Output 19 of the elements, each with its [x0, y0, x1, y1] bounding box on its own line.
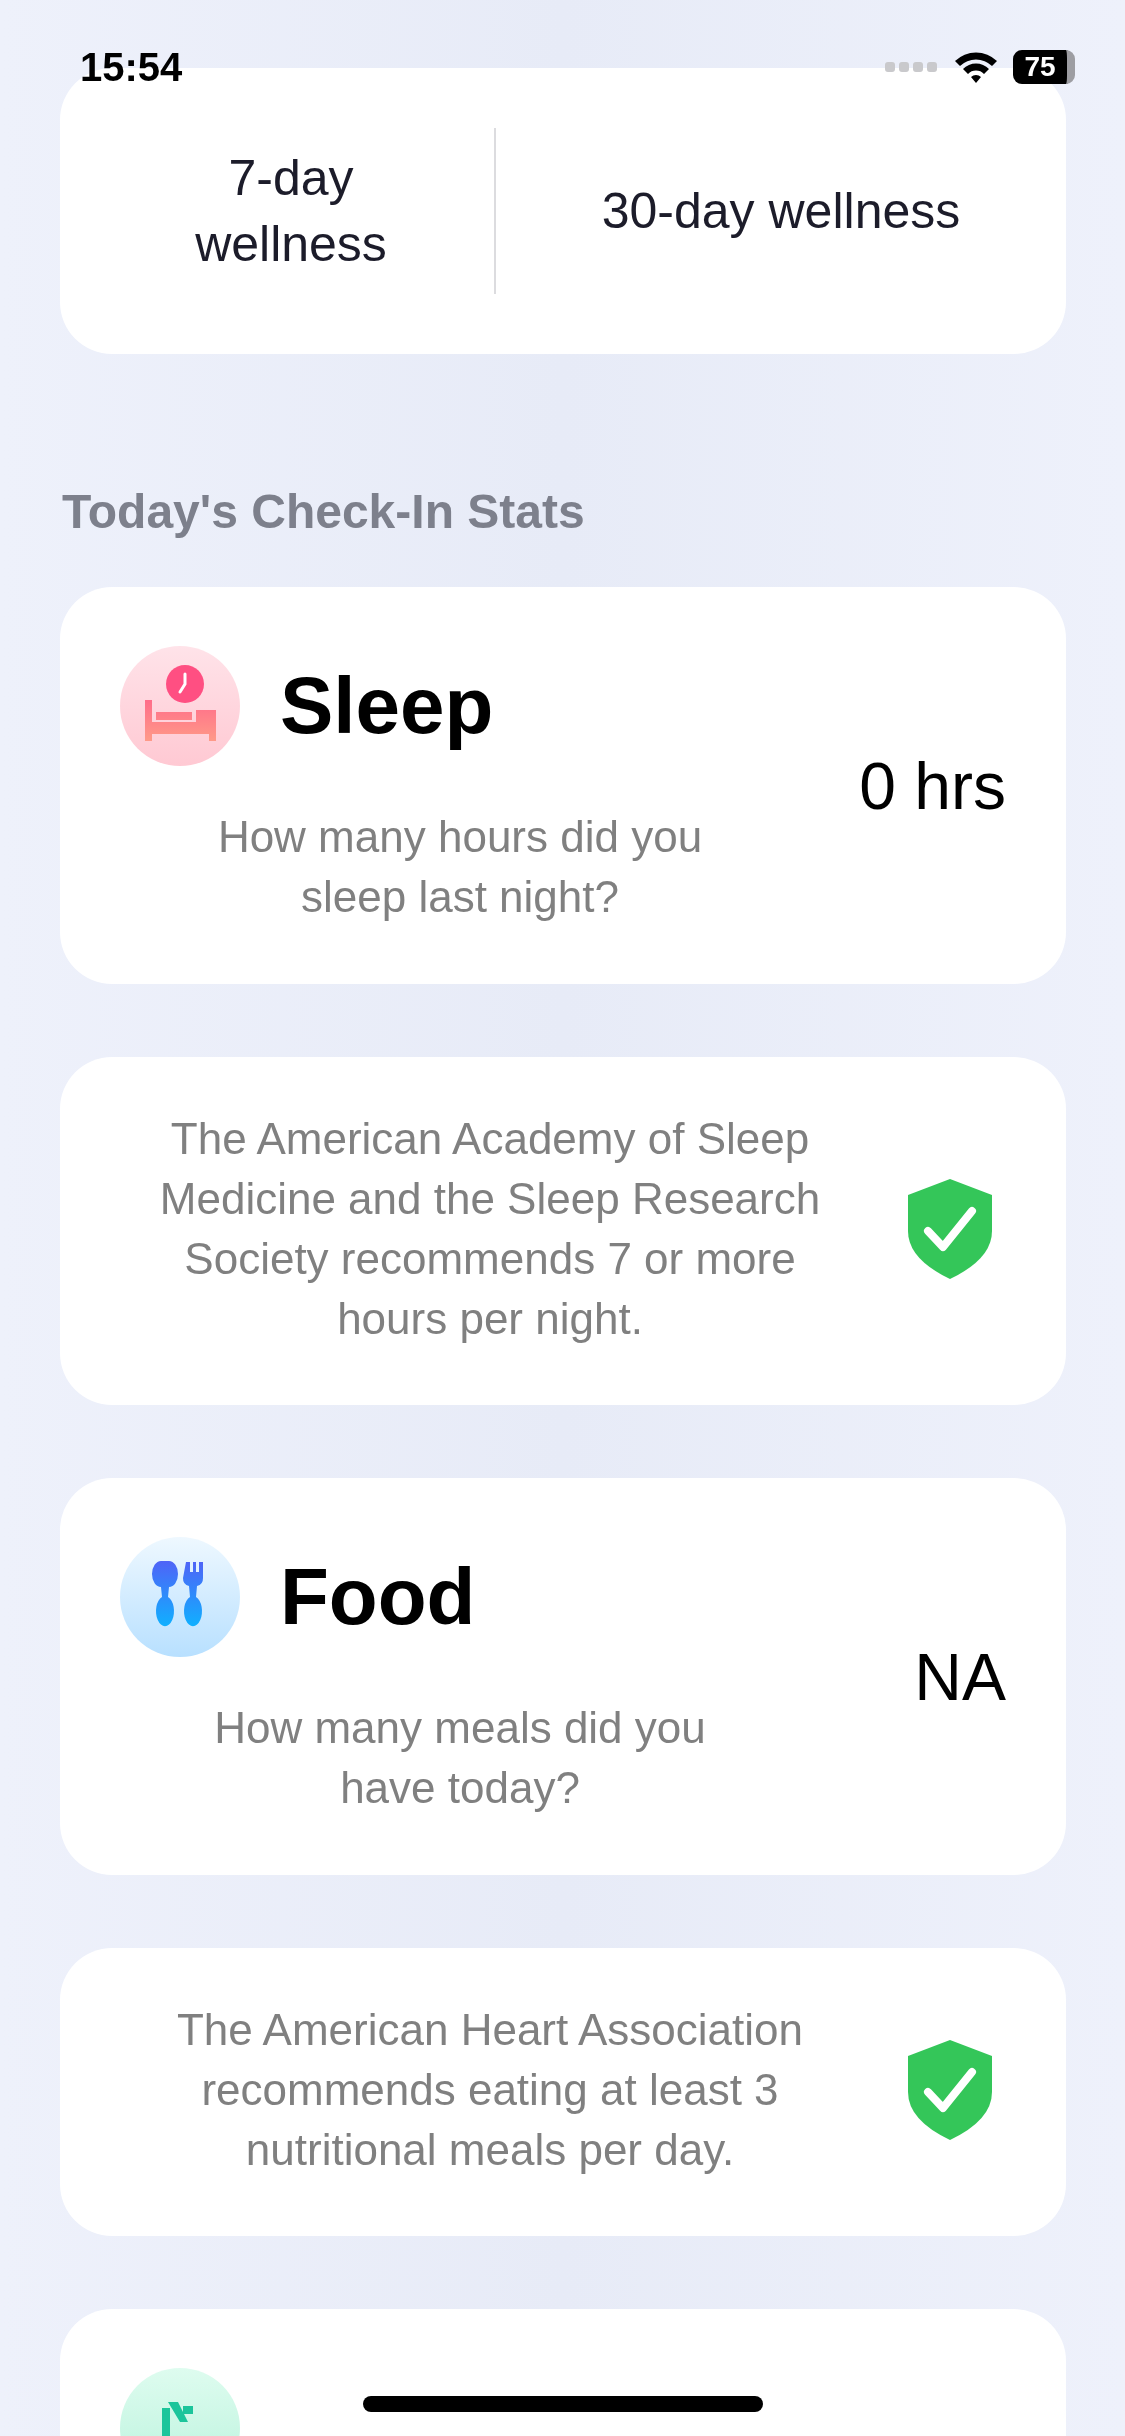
- shield-check-icon: [908, 2040, 992, 2140]
- shield-check-icon: [908, 1179, 992, 1279]
- signal-icon: [885, 60, 939, 74]
- section-heading: Today's Check-In Stats: [62, 484, 586, 540]
- stat-question: How many meals did you have today?: [213, 1702, 707, 1814]
- wifi-icon: [953, 50, 999, 84]
- spoon-fork-icon: [120, 1537, 240, 1657]
- bed-clock-icon: [120, 646, 240, 766]
- stat-question: How many hours did you sleep last night?: [216, 811, 704, 923]
- status-time: 15:54: [80, 44, 183, 90]
- stat-title: Sleep: [280, 660, 494, 752]
- period-button[interactable]: 7-day wellness: [176, 145, 406, 277]
- stat-title: Food: [280, 1551, 476, 1643]
- stat-value: 0 hrs: [859, 747, 1006, 825]
- recommendation-text: The American Heart Association recommends eating at least 3 nutritional meals per day.: [175, 2004, 805, 2176]
- recommendation-text: The American Academy of Sleep Medicine and the Sleep Research Society recommends 7 or more hours per night.: [158, 1113, 822, 1345]
- period-button[interactable]: 30-day wellness: [496, 178, 1066, 244]
- battery-level: 75: [1024, 52, 1056, 82]
- stat-value: NA: [914, 1638, 1006, 1716]
